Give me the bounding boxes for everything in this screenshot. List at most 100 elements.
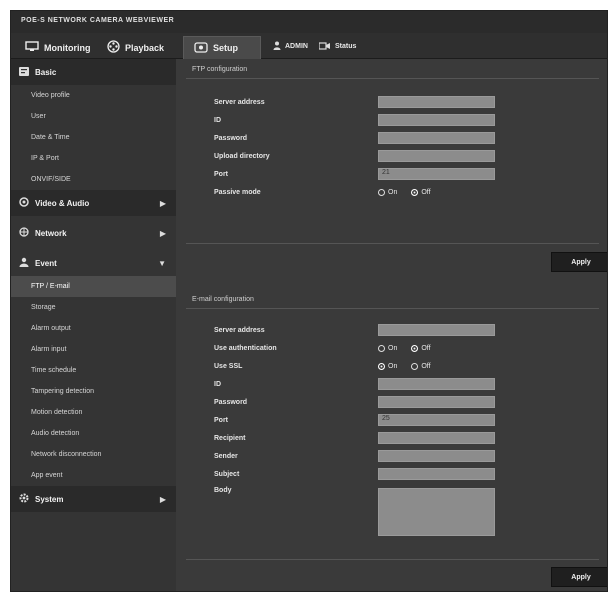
ftp-passive-label: Passive mode	[214, 188, 261, 196]
event-icon	[19, 257, 29, 269]
film-reel-icon	[107, 40, 120, 55]
chevron-right-icon: ▶	[159, 228, 166, 238]
sidebar-item-ip-port[interactable]: IP & Port	[11, 148, 176, 169]
sidebar-item-system[interactable]: System ▶	[11, 486, 176, 512]
app-window: POE-S NETWORK CAMERA WEBVIEWER Monitorin…	[10, 10, 608, 592]
email-ssl-off[interactable]: Off	[411, 362, 431, 370]
sidebar-item-date-time[interactable]: Date & Time	[11, 127, 176, 148]
tab-monitoring[interactable]: Monitoring	[15, 36, 101, 59]
tab-playback[interactable]: Playback	[97, 36, 174, 59]
sidebar-item-audio-detection[interactable]: Audio detection	[11, 423, 176, 444]
email-ssl-label: Use SSL	[214, 362, 243, 370]
sidebar-item-time-schedule[interactable]: Time schedule	[11, 360, 176, 381]
user-menu[interactable]: ADMIN	[273, 41, 308, 52]
sidebar-item-system-label: System	[35, 494, 64, 504]
tab-setup[interactable]: Setup	[183, 36, 261, 59]
email-ssl-off-label: Off	[421, 362, 431, 370]
ftp-password-label: Password	[214, 134, 248, 142]
ftp-upload-dir-label: Upload directory	[214, 152, 270, 160]
main-content: FTP configuration Server address ID Pass…	[186, 59, 607, 591]
ftp-id-row: ID	[186, 111, 599, 129]
email-body-row: Body	[186, 483, 599, 536]
ftp-apply-button[interactable]: Apply	[551, 252, 607, 272]
email-ssl-on-label: On	[388, 362, 398, 370]
ftp-passive-radio-group: On Off	[378, 188, 431, 196]
sidebar-item-ftp-email[interactable]: FTP / E-mail	[11, 276, 176, 297]
ftp-server-input[interactable]	[378, 96, 495, 108]
ftp-server-row: Server address	[186, 93, 599, 111]
sidebar-item-network-label: Network	[35, 228, 67, 238]
monitor-icon	[25, 41, 39, 54]
email-ssl-row: Use SSL On Off	[186, 357, 599, 375]
email-subject-input[interactable]	[378, 468, 495, 480]
sidebar-item-motion-detection[interactable]: Motion detection	[11, 402, 176, 423]
sidebar-item-alarm-output[interactable]: Alarm output	[11, 318, 176, 339]
sidebar-item-storage[interactable]: Storage	[11, 297, 176, 318]
sidebar-item-network[interactable]: Network ▶	[11, 220, 176, 246]
sidebar-item-network-disconnection[interactable]: Network disconnection	[11, 444, 176, 465]
window-title: POE-S NETWORK CAMERA WEBVIEWER	[11, 11, 607, 33]
email-ssl-radio-group: On Off	[378, 362, 431, 370]
email-sender-row: Sender	[186, 447, 599, 465]
top-navigation: Monitoring Playback Setup ADMIN Status	[11, 33, 607, 59]
ftp-passive-on[interactable]: On	[378, 188, 398, 196]
system-gear-icon	[19, 493, 29, 505]
sidebar-item-video-audio[interactable]: Video & Audio ▶	[11, 190, 176, 216]
email-auth-label: Use authentication	[214, 344, 277, 352]
sidebar-item-tampering-detection[interactable]: Tampering detection	[11, 381, 176, 402]
email-password-row: Password	[186, 393, 599, 411]
radio-off-icon	[411, 362, 419, 370]
email-port-label: Port	[214, 416, 228, 424]
email-port-input[interactable]: 25	[378, 414, 495, 426]
email-ssl-on[interactable]: On	[378, 362, 398, 370]
ftp-passive-on-label: On	[388, 188, 398, 196]
sidebar-item-app-event[interactable]: App event	[11, 465, 176, 486]
ftp-id-input[interactable]	[378, 114, 495, 126]
email-subject-label: Subject	[214, 470, 240, 478]
sidebar-item-video-profile[interactable]: Video profile	[11, 85, 176, 106]
email-sender-label: Sender	[214, 452, 238, 460]
email-id-label: ID	[214, 380, 221, 388]
email-password-input[interactable]	[378, 396, 495, 408]
email-auth-row: Use authentication On Off	[186, 339, 599, 357]
email-auth-off[interactable]: Off	[411, 344, 431, 352]
email-recipient-input[interactable]	[378, 432, 495, 444]
email-auth-on[interactable]: On	[378, 344, 398, 352]
email-port-row: Port 25	[186, 411, 599, 429]
radio-off-icon	[378, 344, 385, 352]
sidebar-item-event[interactable]: Event ▼	[11, 250, 176, 276]
sidebar: Basic Video profile User Date & Time IP …	[11, 59, 176, 591]
sidebar-item-video-audio-label: Video & Audio	[35, 198, 90, 208]
ftp-port-input[interactable]: 21	[378, 168, 495, 180]
sidebar-item-user[interactable]: User	[11, 106, 176, 127]
email-form: Server address Use authentication On Off	[186, 321, 599, 536]
email-id-input[interactable]	[378, 378, 495, 390]
ftp-server-label: Server address	[214, 98, 265, 106]
email-divider	[186, 559, 599, 560]
email-body-textarea[interactable]	[378, 488, 495, 536]
ftp-passive-off[interactable]: Off	[411, 188, 431, 196]
radio-on-icon	[378, 362, 385, 370]
ftp-upload-dir-input[interactable]	[378, 150, 495, 162]
ftp-id-label: ID	[214, 116, 221, 124]
chevron-right-icon: ▶	[159, 198, 166, 208]
sidebar-item-alarm-input[interactable]: Alarm input	[11, 339, 176, 360]
email-sender-input[interactable]	[378, 450, 495, 462]
sidebar-item-onvif[interactable]: ONVIF/SIDE	[11, 169, 176, 190]
status-link[interactable]: Status	[318, 41, 356, 52]
email-server-label: Server address	[214, 326, 265, 334]
tab-playback-label: Playback	[125, 42, 165, 53]
sidebar-item-basic[interactable]: Basic	[11, 59, 176, 85]
ftp-password-input[interactable]	[378, 132, 495, 144]
email-id-row: ID	[186, 375, 599, 393]
email-recipient-label: Recipient	[214, 434, 246, 442]
email-server-input[interactable]	[378, 324, 495, 336]
basic-icon	[19, 66, 29, 78]
ftp-section-title: FTP configuration	[186, 59, 599, 79]
email-apply-button[interactable]: Apply	[551, 567, 607, 587]
ftp-port-label: Port	[214, 170, 228, 178]
sidebar-item-event-label: Event	[35, 258, 57, 268]
status-icon	[318, 41, 331, 52]
email-auth-on-label: On	[388, 344, 398, 352]
ftp-upload-dir-row: Upload directory	[186, 147, 599, 165]
